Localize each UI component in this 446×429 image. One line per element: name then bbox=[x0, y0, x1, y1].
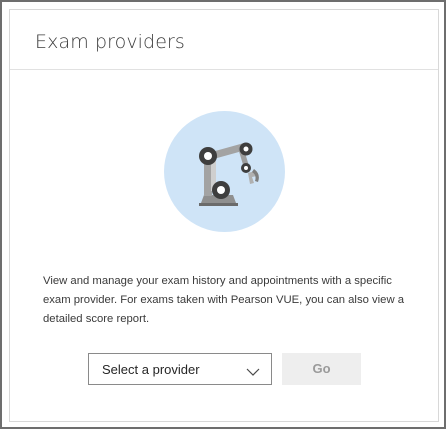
card-title: Exam providers bbox=[35, 31, 185, 53]
provider-select-label: Select a provider bbox=[102, 362, 200, 377]
chevron-down-icon bbox=[245, 363, 261, 376]
provider-select[interactable]: Select a provider bbox=[88, 353, 272, 385]
card-header: Exam providers bbox=[10, 10, 438, 70]
window-frame: Exam providers View and manage your exam… bbox=[0, 0, 446, 429]
robot-arm-icon bbox=[164, 111, 285, 232]
exam-providers-card: Exam providers View and manage your exam… bbox=[9, 9, 439, 422]
description-text: View and manage your exam history and ap… bbox=[43, 275, 405, 325]
go-button[interactable]: Go bbox=[282, 353, 361, 385]
